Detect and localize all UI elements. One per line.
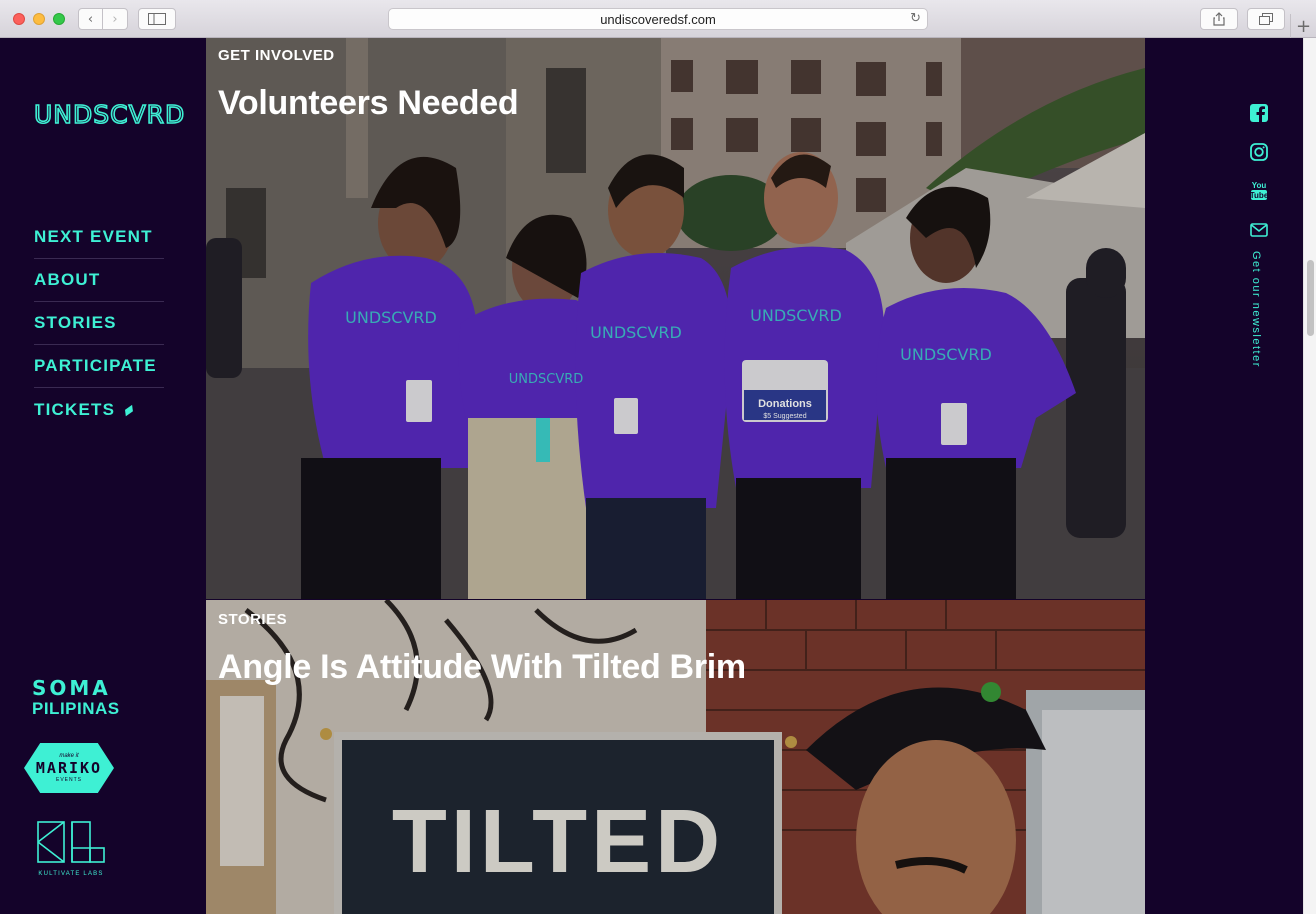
sidebar-toggle-button[interactable]	[138, 8, 176, 30]
mariko-events-text: EVENTS	[55, 777, 82, 783]
zoom-window-button[interactable]	[53, 13, 65, 25]
kultivate-labs-text: KULTIVATE LABS	[38, 871, 104, 877]
youtube-icon: YouTube	[1250, 181, 1268, 200]
close-window-button[interactable]	[13, 13, 25, 25]
soma-logo-top: SOMA	[32, 676, 111, 700]
nav-item-next-event[interactable]: NEXT EVENT	[34, 216, 164, 259]
ticket-icon: ▰	[119, 399, 139, 420]
mariko-events-logo[interactable]: make it MARIKO EVENTS	[24, 743, 114, 793]
share-button[interactable]	[1200, 8, 1238, 30]
nav-label: ABOUT	[34, 270, 101, 289]
plus-icon: +	[1295, 15, 1312, 37]
nav-item-tickets[interactable]: TICKETS ▰	[34, 388, 164, 431]
page-scrollbar[interactable]	[1303, 38, 1316, 914]
new-tab-button[interactable]: +	[1290, 14, 1316, 38]
kultivate-labs-logo[interactable]: KULTIVATE LABS	[36, 820, 106, 877]
mail-icon	[1250, 223, 1268, 237]
card-title[interactable]: Volunteers Needed	[218, 84, 519, 123]
show-tabs-button[interactable]	[1247, 8, 1285, 30]
instagram-link[interactable]	[1249, 142, 1269, 162]
nav-item-about[interactable]: ABOUT	[34, 259, 164, 302]
nav-label: PARTICIPATE	[34, 356, 157, 375]
card-title[interactable]: Angle Is Attitude With Tilted Brim	[218, 648, 746, 687]
share-icon	[1213, 12, 1225, 26]
main-nav: NEXT EVENT ABOUT STORIES PARTICIPATE TIC…	[34, 216, 164, 431]
mariko-logo-text: MARIKO	[35, 759, 103, 777]
tabs-icon	[1259, 13, 1273, 25]
facebook-icon	[1250, 104, 1268, 122]
page: UNDSCVRD NEXT EVENT ABOUT STORIES PARTIC…	[0, 38, 1316, 914]
address-url: undiscoveredsf.com	[600, 11, 716, 27]
reload-icon[interactable]: ↻	[910, 11, 921, 26]
nav-item-participate[interactable]: PARTICIPATE	[34, 345, 164, 388]
youtube-link[interactable]: You Tube	[1249, 181, 1269, 201]
card-kicker[interactable]: STORIES	[218, 611, 287, 628]
minimize-window-button[interactable]	[33, 13, 45, 25]
story-card-angle-attitude[interactable]: TILTED STORIES Angle Is Attitude With Ti…	[206, 600, 1145, 914]
svg-text:You: You	[1252, 181, 1267, 190]
mail-link[interactable]	[1249, 220, 1269, 240]
sidebar-icon	[148, 13, 166, 25]
nav-label: STORIES	[34, 313, 117, 332]
newsletter-link[interactable]: Get our newsletter	[1250, 251, 1262, 368]
right-social-rail: You Tube Get our newsletter	[1145, 38, 1303, 914]
nav-label: NEXT EVENT	[34, 227, 153, 246]
card-kicker[interactable]: GET INVOLVED	[218, 47, 335, 64]
chevron-left-icon: ‹	[87, 11, 94, 27]
soma-logo-bottom: PILIPINAS	[32, 699, 120, 718]
site-logo[interactable]: UNDSCVRD	[33, 99, 185, 130]
nav-label: TICKETS	[34, 399, 116, 419]
instagram-icon	[1250, 143, 1268, 161]
kultivate-mark-icon	[37, 821, 105, 863]
chevron-right-icon: ›	[112, 11, 118, 27]
left-sidebar: UNDSCVRD NEXT EVENT ABOUT STORIES PARTIC…	[0, 38, 206, 914]
facebook-link[interactable]	[1249, 103, 1269, 123]
soma-pilipinas-logo[interactable]: SOMA PILIPINAS	[32, 678, 120, 717]
forward-button[interactable]: ›	[103, 8, 128, 30]
back-button[interactable]: ‹	[78, 8, 103, 30]
story-card-volunteers[interactable]: Donations $5 Suggested UNDSCVRD UNDSCVRD…	[206, 38, 1145, 599]
scrollbar-thumb[interactable]	[1307, 260, 1314, 336]
browser-toolbar: ‹ › undiscoveredsf.com ↻ +	[0, 0, 1316, 38]
address-bar[interactable]: undiscoveredsf.com ↻	[388, 8, 928, 30]
svg-text:Tube: Tube	[1250, 191, 1268, 200]
nav-item-stories[interactable]: STORIES	[34, 302, 164, 345]
